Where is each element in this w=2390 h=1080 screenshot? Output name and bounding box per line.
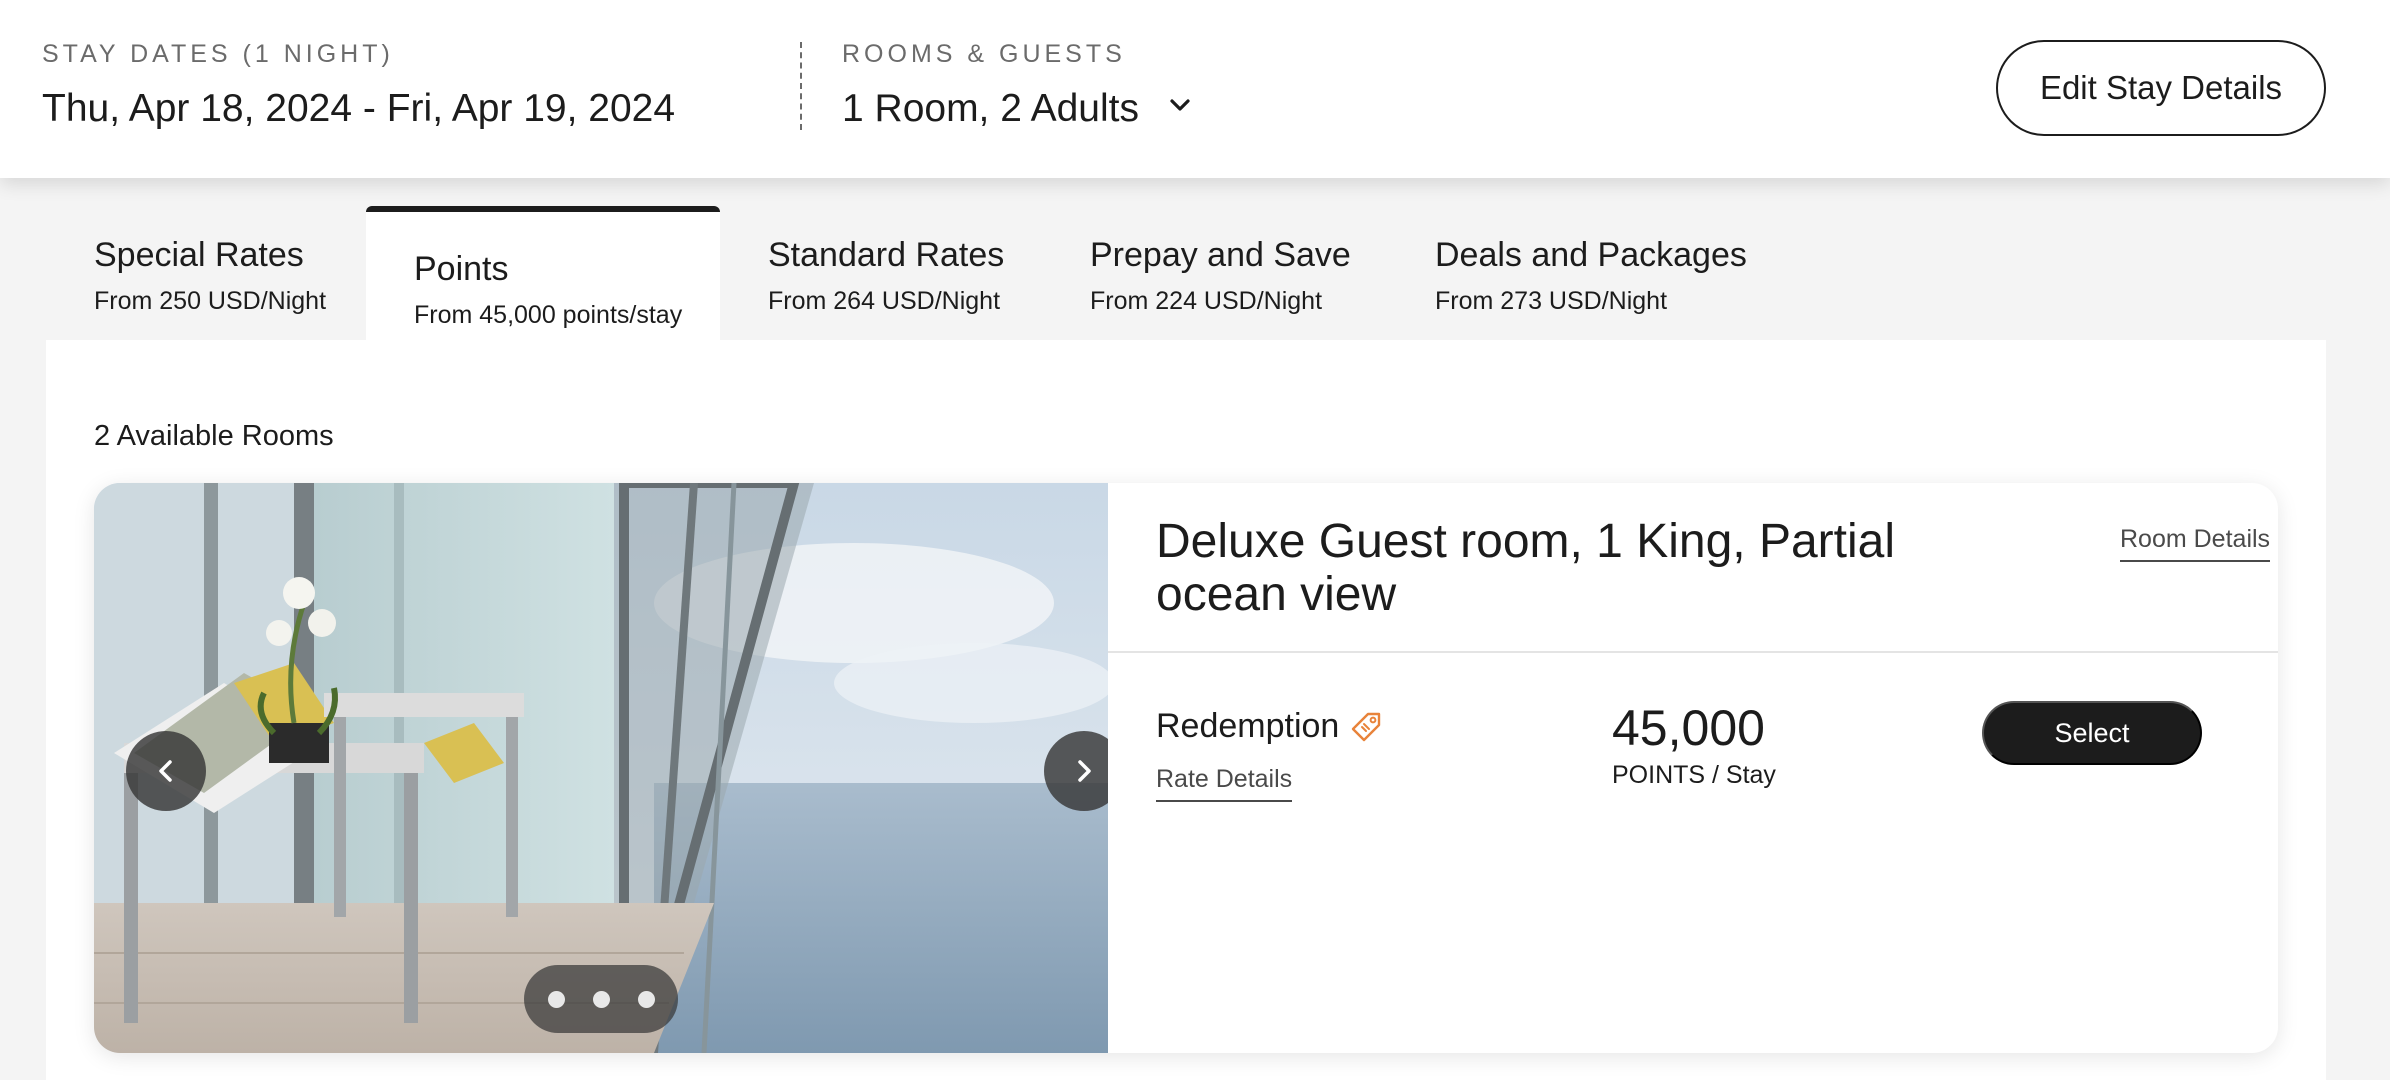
tab-prepay-and-save[interactable]: Prepay and Save From 224 USD/Night bbox=[1042, 206, 1387, 340]
stay-header: STAY DATES (1 NIGHT) Thu, Apr 18, 2024 -… bbox=[0, 0, 2390, 178]
stay-dates-value: Thu, Apr 18, 2024 - Fri, Apr 19, 2024 bbox=[42, 87, 676, 130]
carousel-prev-button[interactable] bbox=[126, 731, 206, 811]
room-details-link[interactable]: Room Details bbox=[2120, 525, 2271, 562]
carousel-dot[interactable] bbox=[637, 990, 655, 1008]
room-divider bbox=[1108, 651, 2278, 653]
stay-dates-group[interactable]: STAY DATES (1 NIGHT) Thu, Apr 18, 2024 -… bbox=[42, 40, 675, 131]
available-rooms-count: 2 Available Rooms bbox=[94, 420, 334, 452]
tag-icon bbox=[1352, 712, 1381, 741]
tab-subtitle: From 264 USD/Night bbox=[768, 287, 1001, 315]
room-photo-carousel[interactable] bbox=[94, 483, 1108, 1053]
tab-title: Standard Rates bbox=[768, 236, 1005, 274]
rooms-guests-group[interactable]: ROOMS & GUESTS 1 Room, 2 Adults bbox=[842, 40, 1192, 131]
select-button[interactable]: Select bbox=[1982, 701, 2202, 765]
points-unit: POINTS / Stay bbox=[1612, 761, 1776, 789]
tab-title: Deals and Packages bbox=[1435, 236, 1747, 274]
tab-title: Points bbox=[414, 250, 509, 288]
rate-details-link[interactable]: Rate Details bbox=[1156, 765, 1293, 802]
rates-panel: 2 Available Rooms Deluxe Guest room, 1 K… bbox=[46, 340, 2326, 1080]
chevron-down-icon[interactable] bbox=[1168, 93, 1192, 117]
carousel-indicators bbox=[524, 965, 678, 1033]
rate-name-label: Redemption bbox=[1156, 707, 1340, 745]
tab-points[interactable]: Points From 45,000 points/stay bbox=[366, 206, 720, 340]
tab-deals-and-packages[interactable]: Deals and Packages From 273 USD/Night bbox=[1387, 206, 1767, 340]
room-card: Deluxe Guest room, 1 King, Partial ocean… bbox=[94, 483, 2278, 1053]
tab-subtitle: From 224 USD/Night bbox=[1090, 287, 1323, 315]
chevron-right-icon bbox=[1078, 760, 1091, 782]
carousel-dot[interactable] bbox=[592, 990, 610, 1008]
tab-standard-rates[interactable]: Standard Rates From 264 USD/Night bbox=[720, 206, 1042, 340]
rooms-guests-value: 1 Room, 2 Adults bbox=[842, 87, 1139, 130]
points-value: 45,000 bbox=[1612, 700, 1765, 756]
chevron-left-icon bbox=[159, 760, 172, 782]
tab-subtitle: From 45,000 points/stay bbox=[414, 301, 683, 329]
tab-title: Prepay and Save bbox=[1090, 236, 1351, 274]
tab-subtitle: From 273 USD/Night bbox=[1435, 287, 1668, 315]
room-name: Deluxe Guest room, 1 King, Partial ocean… bbox=[1156, 515, 1896, 621]
rate-name: Redemption bbox=[1156, 707, 1383, 746]
room-info: Deluxe Guest room, 1 King, Partial ocean… bbox=[1108, 483, 2278, 1053]
rooms-guests-label: ROOMS & GUESTS bbox=[842, 40, 1126, 68]
rooms-guests-dropdown[interactable]: 1 Room, 2 Adults bbox=[842, 87, 1192, 131]
stay-dates-label: STAY DATES (1 NIGHT) bbox=[42, 40, 394, 68]
carousel-dot[interactable] bbox=[547, 990, 565, 1008]
tab-subtitle: From 250 USD/Night bbox=[94, 287, 327, 315]
edit-stay-details-button[interactable]: Edit Stay Details bbox=[1996, 40, 2326, 136]
tab-title: Special Rates bbox=[94, 236, 304, 274]
tab-special-rates[interactable]: Special Rates From 250 USD/Night bbox=[46, 206, 366, 340]
header-divider bbox=[800, 42, 802, 130]
